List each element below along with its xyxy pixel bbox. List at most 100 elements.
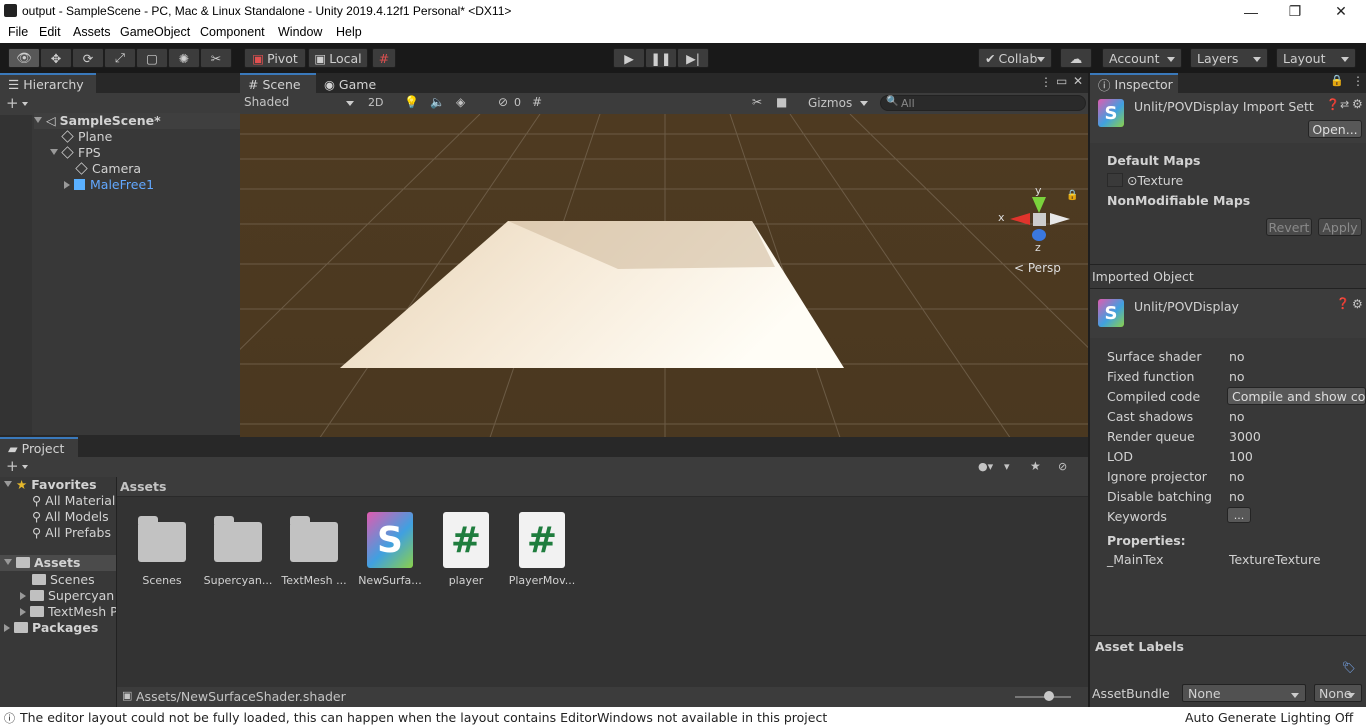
splitter[interactable] <box>1088 73 1090 707</box>
gear-icon[interactable]: ⚙ <box>1352 297 1363 311</box>
2d-toggle[interactable]: 2D <box>368 96 383 109</box>
shading-mode-dropdown[interactable]: Shaded <box>240 93 360 114</box>
pause-button[interactable]: ❚❚ <box>645 48 677 68</box>
preset-icon[interactable]: ⇄ <box>1340 98 1349 111</box>
lock-icon[interactable]: 🔒 <box>1330 74 1344 87</box>
tab-hierarchy[interactable]: ☰ Hierarchy <box>0 73 96 93</box>
menu-assets[interactable]: Assets <box>73 25 111 39</box>
hierarchy-item-camera[interactable]: Camera <box>75 161 141 176</box>
rect-tool-button[interactable]: ▢ <box>136 48 168 68</box>
menu-edit[interactable]: Edit <box>39 25 61 39</box>
view-tool-button[interactable]: 👁 <box>8 48 40 68</box>
more-icon[interactable]: ⋮ <box>1040 75 1052 89</box>
close-panel-icon[interactable]: ✕ <box>1073 74 1083 88</box>
minimize-button[interactable]: — <box>1228 0 1274 23</box>
transform-tool-button[interactable]: ✺ <box>168 48 200 68</box>
revert-button[interactable]: Revert <box>1266 218 1312 236</box>
local-toggle[interactable]: ▣ Local <box>308 48 368 68</box>
menu-window[interactable]: Window <box>278 25 322 39</box>
tab-project[interactable]: ▰ Project <box>0 437 78 457</box>
pivot-toggle[interactable]: ▣ Pivot <box>244 48 306 68</box>
camera-icon[interactable]: ■ <box>776 95 787 109</box>
status-message[interactable]: The editor layout could not be fully loa… <box>20 710 827 725</box>
account-dropdown[interactable]: Account <box>1102 48 1182 68</box>
asset-item[interactable]: Supercyan... <box>203 512 273 587</box>
hierarchy-item-fps[interactable]: FPS <box>50 145 101 160</box>
menu-gameobject[interactable]: GameObject <box>120 25 190 39</box>
close-button[interactable]: ✕ <box>1318 0 1364 23</box>
filter-label-icon[interactable]: ▾ <box>1004 460 1010 473</box>
grid-toggle-icon[interactable]: # <box>532 95 542 109</box>
assetbundle-variant-dropdown[interactable]: None <box>1314 684 1362 702</box>
hierarchy-item-plane[interactable]: Plane <box>61 129 112 144</box>
asset-folder-item[interactable]: TextMesh Pro <box>20 604 116 619</box>
tools-icon[interactable]: ✂ <box>752 95 762 109</box>
effects-icon[interactable]: ◈ <box>456 95 465 109</box>
lock-icon[interactable]: 🔒 <box>1066 190 1078 201</box>
asset-item[interactable]: # player <box>431 512 501 587</box>
scene-viewport[interactable] <box>240 114 1090 467</box>
scene-search-input[interactable]: 🔍 All <box>880 95 1086 111</box>
lighting-status[interactable]: Auto Generate Lighting Off <box>1185 710 1353 725</box>
cloud-button[interactable]: ☁ <box>1060 48 1092 68</box>
create-asset-button[interactable]: + <box>6 457 19 475</box>
assetbundle-dropdown[interactable]: None <box>1182 684 1306 702</box>
zoom-slider[interactable] <box>1015 691 1071 701</box>
tab-scene[interactable]: # Scene <box>240 73 316 93</box>
keywords-button[interactable]: ... <box>1227 507 1251 523</box>
scene-row[interactable]: ◁ SampleScene* <box>34 113 240 129</box>
more-icon[interactable]: ⋮ <box>1352 74 1364 88</box>
hierarchy-item-malefree1[interactable]: MaleFree1 <box>64 177 154 192</box>
step-button[interactable]: ▶| <box>677 48 709 68</box>
custom-tool-button[interactable]: ✂ <box>200 48 232 68</box>
breadcrumb-assets[interactable]: Assets <box>120 479 166 494</box>
tab-game[interactable]: ◉ Game <box>316 73 386 93</box>
asset-item[interactable]: S NewSurfa... <box>355 512 425 587</box>
asset-folder-item[interactable]: Scenes <box>32 572 95 587</box>
menu-component[interactable]: Component <box>200 25 265 39</box>
move-tool-button[interactable]: ✥ <box>40 48 72 68</box>
open-button[interactable]: Open... <box>1308 120 1362 138</box>
menu-file[interactable]: File <box>8 25 28 39</box>
assets-root[interactable]: Assets <box>0 555 116 571</box>
texture-field[interactable]: ⊙Texture <box>1127 173 1183 188</box>
asset-item[interactable]: Scenes <box>127 512 197 587</box>
asset-item[interactable]: TextMesh ... <box>279 512 349 587</box>
favorite-icon[interactable]: ★ <box>1030 459 1041 473</box>
create-button[interactable]: + <box>6 94 19 112</box>
audio-icon[interactable]: 🔈 <box>430 95 445 109</box>
tab-inspector[interactable]: ⓘ Inspector <box>1090 73 1178 93</box>
maximize-button[interactable]: ❐ <box>1272 0 1318 23</box>
favorite-item[interactable]: ⚲ All Models <box>32 509 109 524</box>
gear-icon[interactable]: ⚙ <box>1352 97 1363 111</box>
layers-dropdown[interactable]: Layers <box>1190 48 1268 68</box>
visibility-icon[interactable]: ⊘ <box>498 95 508 109</box>
packages-root[interactable]: Packages <box>4 620 98 635</box>
favorite-item[interactable]: ⚲ All Materials <box>32 493 122 508</box>
grid-snap-button[interactable]: # <box>372 48 396 68</box>
help-icon[interactable]: ❓ <box>1336 297 1350 310</box>
help-icon[interactable]: ❓ <box>1326 98 1340 111</box>
favorite-item[interactable]: ⚲ All Prefabs <box>32 525 111 540</box>
play-button[interactable]: ▶ <box>613 48 645 68</box>
asset-item[interactable]: # PlayerMov... <box>507 512 577 587</box>
persp-label[interactable]: < Persp <box>1014 261 1061 275</box>
gizmos-dropdown[interactable]: Gizmos <box>804 93 874 114</box>
favorites-header[interactable]: ★ Favorites <box>4 477 97 492</box>
zoom-slider-thumb[interactable] <box>1043 691 1054 701</box>
asset-folder-item[interactable]: Supercyan Character Pack Free Sample <box>20 588 116 603</box>
collab-dropdown[interactable]: ✔ Collab <box>978 48 1052 68</box>
hidden-packages-icon[interactable]: ⊘ <box>1058 460 1067 473</box>
menu-help[interactable]: Help <box>336 25 362 39</box>
orientation-gizmo[interactable]: y x z < Persp 🔒 <box>998 184 1078 301</box>
tag-icon[interactable]: 🏷 <box>1342 661 1356 674</box>
apply-button[interactable]: Apply <box>1318 218 1362 236</box>
scale-tool-button[interactable]: ⤢ <box>104 48 136 68</box>
texture-slot[interactable] <box>1107 173 1123 187</box>
rotate-tool-button[interactable]: ⟳ <box>72 48 104 68</box>
light-icon[interactable]: 💡 <box>404 95 419 109</box>
layout-dropdown[interactable]: Layout <box>1276 48 1356 68</box>
filter-type-icon[interactable]: ●▾ <box>978 460 993 473</box>
maximize-panel-icon[interactable]: ▭ <box>1056 74 1067 88</box>
compile-show-code-button[interactable]: Compile and show code <box>1227 387 1366 405</box>
